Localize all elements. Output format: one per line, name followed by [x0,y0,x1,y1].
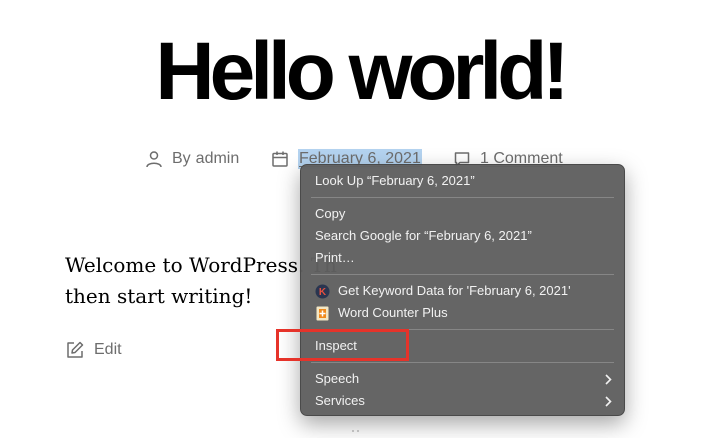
browser-page: Hello world! By admin February 6, 2021 1… [0,0,720,438]
author-prefix: By [172,150,191,167]
post-author: By admin [144,146,239,172]
chevron-right-icon [605,368,612,390]
edit-post-link[interactable]: Edit [65,340,122,360]
person-icon [144,149,164,169]
menu-item-keyword-data-label: Get Keyword Data for 'February 6, 2021' [338,283,571,298]
menu-item-print[interactable]: Print… [301,247,624,269]
author-link[interactable]: admin [196,150,240,168]
menu-item-copy[interactable]: Copy [301,203,624,225]
menu-item-word-counter[interactable]: Word Counter Plus [301,302,624,324]
edit-label: Edit [94,341,122,358]
word-counter-icon [315,306,330,321]
edit-icon [65,340,85,360]
menu-item-speech[interactable]: Speech [301,368,624,390]
menu-item-search-google[interactable]: Search Google for “February 6, 2021” [301,225,624,247]
menu-item-services-label: Services [315,393,365,408]
post-title: Hello world! [155,26,569,117]
chevron-right-icon [605,390,612,412]
menu-separator [311,197,614,198]
menu-item-keyword-data[interactable]: K Get Keyword Data for 'February 6, 2021… [301,280,624,302]
menu-item-look-up[interactable]: Look Up “February 6, 2021” [301,170,624,192]
keywords-everywhere-icon: K [315,284,330,299]
menu-separator [311,274,614,275]
menu-separator [311,362,614,363]
menu-item-speech-label: Speech [315,371,360,386]
menu-item-word-counter-label: Word Counter Plus [338,305,448,320]
scroll-indicator [352,430,366,434]
context-menu: Look Up “February 6, 2021” Copy Search G… [300,164,625,416]
calendar-icon [270,149,290,169]
menu-item-services[interactable]: Services [301,390,624,412]
svg-text:K: K [319,287,327,298]
inspect-highlight-box [276,329,409,361]
